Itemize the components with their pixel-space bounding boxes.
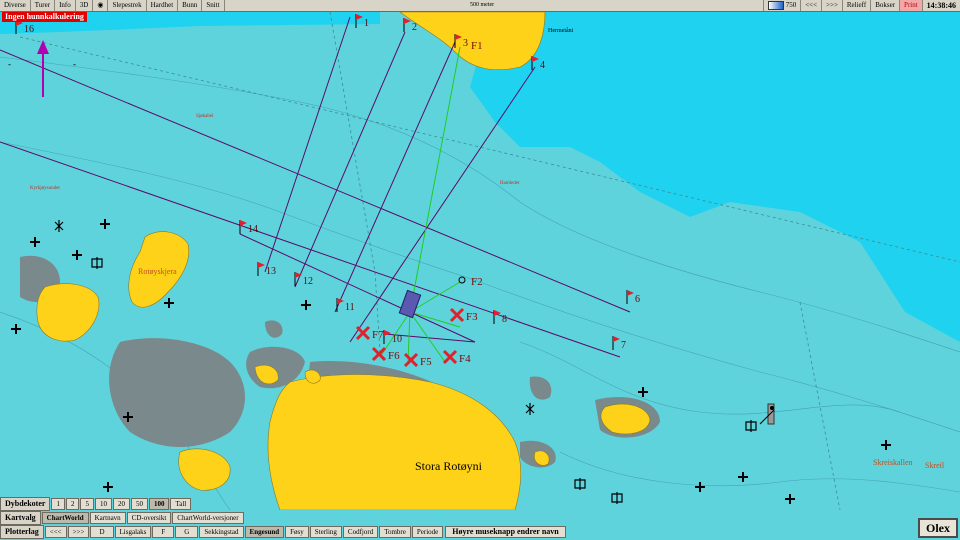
flag-label: 6 (635, 294, 640, 305)
plotter-layer-row: Plotterlag <<< >>> D Lisgalaks F G Sekki… (0, 525, 566, 539)
depth-row-label: Dybdekoter (0, 497, 51, 511)
depth-option-100[interactable]: 100 (148, 498, 170, 510)
label-stora-rotoyni: Stora Rotøyni (415, 459, 483, 473)
fish-mark-label: F7 (372, 329, 384, 341)
chart-option-cd-oversikt[interactable]: CD-oversikt (126, 512, 172, 524)
menu-info[interactable]: Info (55, 0, 76, 11)
plot-layer-lisgalaks[interactable]: Lisgalaks (114, 526, 152, 538)
flag-label: 13 (266, 266, 276, 277)
label-skreiskallen: Skreiskallen (873, 458, 913, 467)
plot-layer-codfjord[interactable]: Codfjord (342, 526, 379, 538)
chart-select-row: Kartvalg ChartWorld Kartnavn CD-oversikt… (0, 511, 244, 525)
chart-option-chartworld[interactable]: ChartWorld (41, 512, 89, 524)
flag-label: 10 (392, 334, 402, 345)
plot-row-label: Plotterlag (0, 525, 44, 539)
depth-contour-row: Dybdekoter 1 2 5 10 20 50 100 Tall (0, 497, 192, 511)
menu-diverse[interactable]: Diverse (0, 0, 31, 11)
menu-turer[interactable]: Turer (31, 0, 56, 11)
boxes-button[interactable]: Bokser (870, 0, 899, 11)
label-kyrkjoysundet: Kyrkjøysundet (30, 186, 60, 191)
fish-mark-label: F6 (388, 350, 400, 362)
flag-label: 8 (502, 314, 507, 325)
plot-nav-forward[interactable]: >>> (67, 526, 90, 538)
depth-scale: 750 (762, 0, 801, 11)
depth-value: 750 (785, 1, 797, 9)
flag-label: 14 (248, 224, 258, 235)
nav-forward-button[interactable]: >>> (821, 0, 842, 11)
chart-map[interactable]: - - F1F2F3F4F5F6F7 1234678101112131416 (0, 12, 960, 510)
rename-hint: Høyre museknapp endrer navn (445, 526, 566, 538)
svg-text:-: - (73, 59, 76, 69)
menu-hardhet[interactable]: Hardhet (147, 0, 179, 11)
plot-layer-g[interactable]: G (175, 526, 199, 538)
flag-label: 3 (463, 38, 468, 49)
plot-layer-d[interactable]: D (90, 526, 114, 538)
flag-label: 12 (303, 276, 313, 287)
relief-button[interactable]: Relieff (841, 0, 870, 11)
chart-row-label: Kartvalg (0, 511, 41, 525)
plot-nav-back[interactable]: <<< (44, 526, 67, 538)
chart-option-versjoner[interactable]: ChartWorld-versjoner (172, 512, 244, 524)
label-skreil: Skreil (925, 461, 945, 470)
plot-layer-sterling[interactable]: Sterling (309, 526, 342, 538)
nav-back-button[interactable]: <<< (800, 0, 821, 11)
label-hermetani: Hermetåni (548, 27, 574, 34)
menu-snitt[interactable]: Snitt (202, 0, 225, 11)
fish-mark-label: F3 (466, 311, 478, 323)
plot-layer-periode[interactable]: Periode (411, 526, 444, 538)
flag-label: 4 (540, 60, 545, 71)
plot-layer-engesund[interactable]: Engesund (244, 526, 285, 538)
svg-text:-: - (8, 59, 11, 69)
toolbar-right: 750 <<< >>> Relieff Bokser Print 14:38:4… (762, 0, 960, 11)
print-button[interactable]: Print (899, 0, 922, 11)
depth-option-1[interactable]: 1 (51, 498, 65, 510)
label-rotoyskjera: Rotøyskjera (138, 267, 177, 276)
cross-mark-icon[interactable]: F1 (471, 40, 483, 52)
flag-label: 16 (24, 24, 34, 35)
top-toolbar: Diverse Turer Info 3D ◉ Slepestrek Hardh… (0, 0, 960, 12)
depth-swatch-icon (767, 0, 784, 10)
fish-mark-label: F1 (471, 40, 483, 52)
plot-layer-tombre[interactable]: Tombre (379, 526, 411, 538)
plot-layer-fosy[interactable]: Føsy (285, 526, 309, 538)
menu-3d[interactable]: 3D (76, 0, 94, 11)
depth-option-10[interactable]: 10 (94, 498, 112, 510)
depth-option-20[interactable]: 20 (112, 498, 130, 510)
depth-option-5[interactable]: 5 (80, 498, 94, 510)
menu-slepestrek[interactable]: Slepestrek (108, 0, 147, 11)
clock: 14:38:46 (921, 0, 960, 11)
flag-label: 2 (412, 22, 417, 33)
depth-option-2[interactable]: 2 (65, 498, 80, 510)
scale-label: 500 meter (470, 2, 495, 8)
flag-label: 11 (345, 302, 355, 313)
depth-option-tall[interactable]: Tall (170, 498, 192, 510)
label-sjokabel: Sjøkabel (196, 114, 214, 119)
chart-option-kartnavn[interactable]: Kartnavn (89, 512, 126, 524)
record-icon[interactable]: ◉ (93, 0, 109, 11)
flag-label: 7 (621, 340, 626, 351)
fish-mark-label: F4 (459, 353, 471, 365)
fish-mark-label: F5 (420, 356, 432, 368)
flag-label: 1 (364, 18, 369, 29)
depth-option-50[interactable]: 50 (130, 498, 148, 510)
olex-logo: Olex (918, 518, 958, 538)
fish-mark-label: F2 (471, 276, 483, 288)
menu-bunn[interactable]: Bunn (178, 0, 203, 11)
plot-layer-sekkingstad[interactable]: Sekkingstad (199, 526, 244, 538)
label-hamleder: Hamleder (500, 181, 520, 186)
plot-layer-f[interactable]: F (152, 526, 175, 538)
warning-banner: Ingen hunnkalkulering (2, 12, 87, 22)
